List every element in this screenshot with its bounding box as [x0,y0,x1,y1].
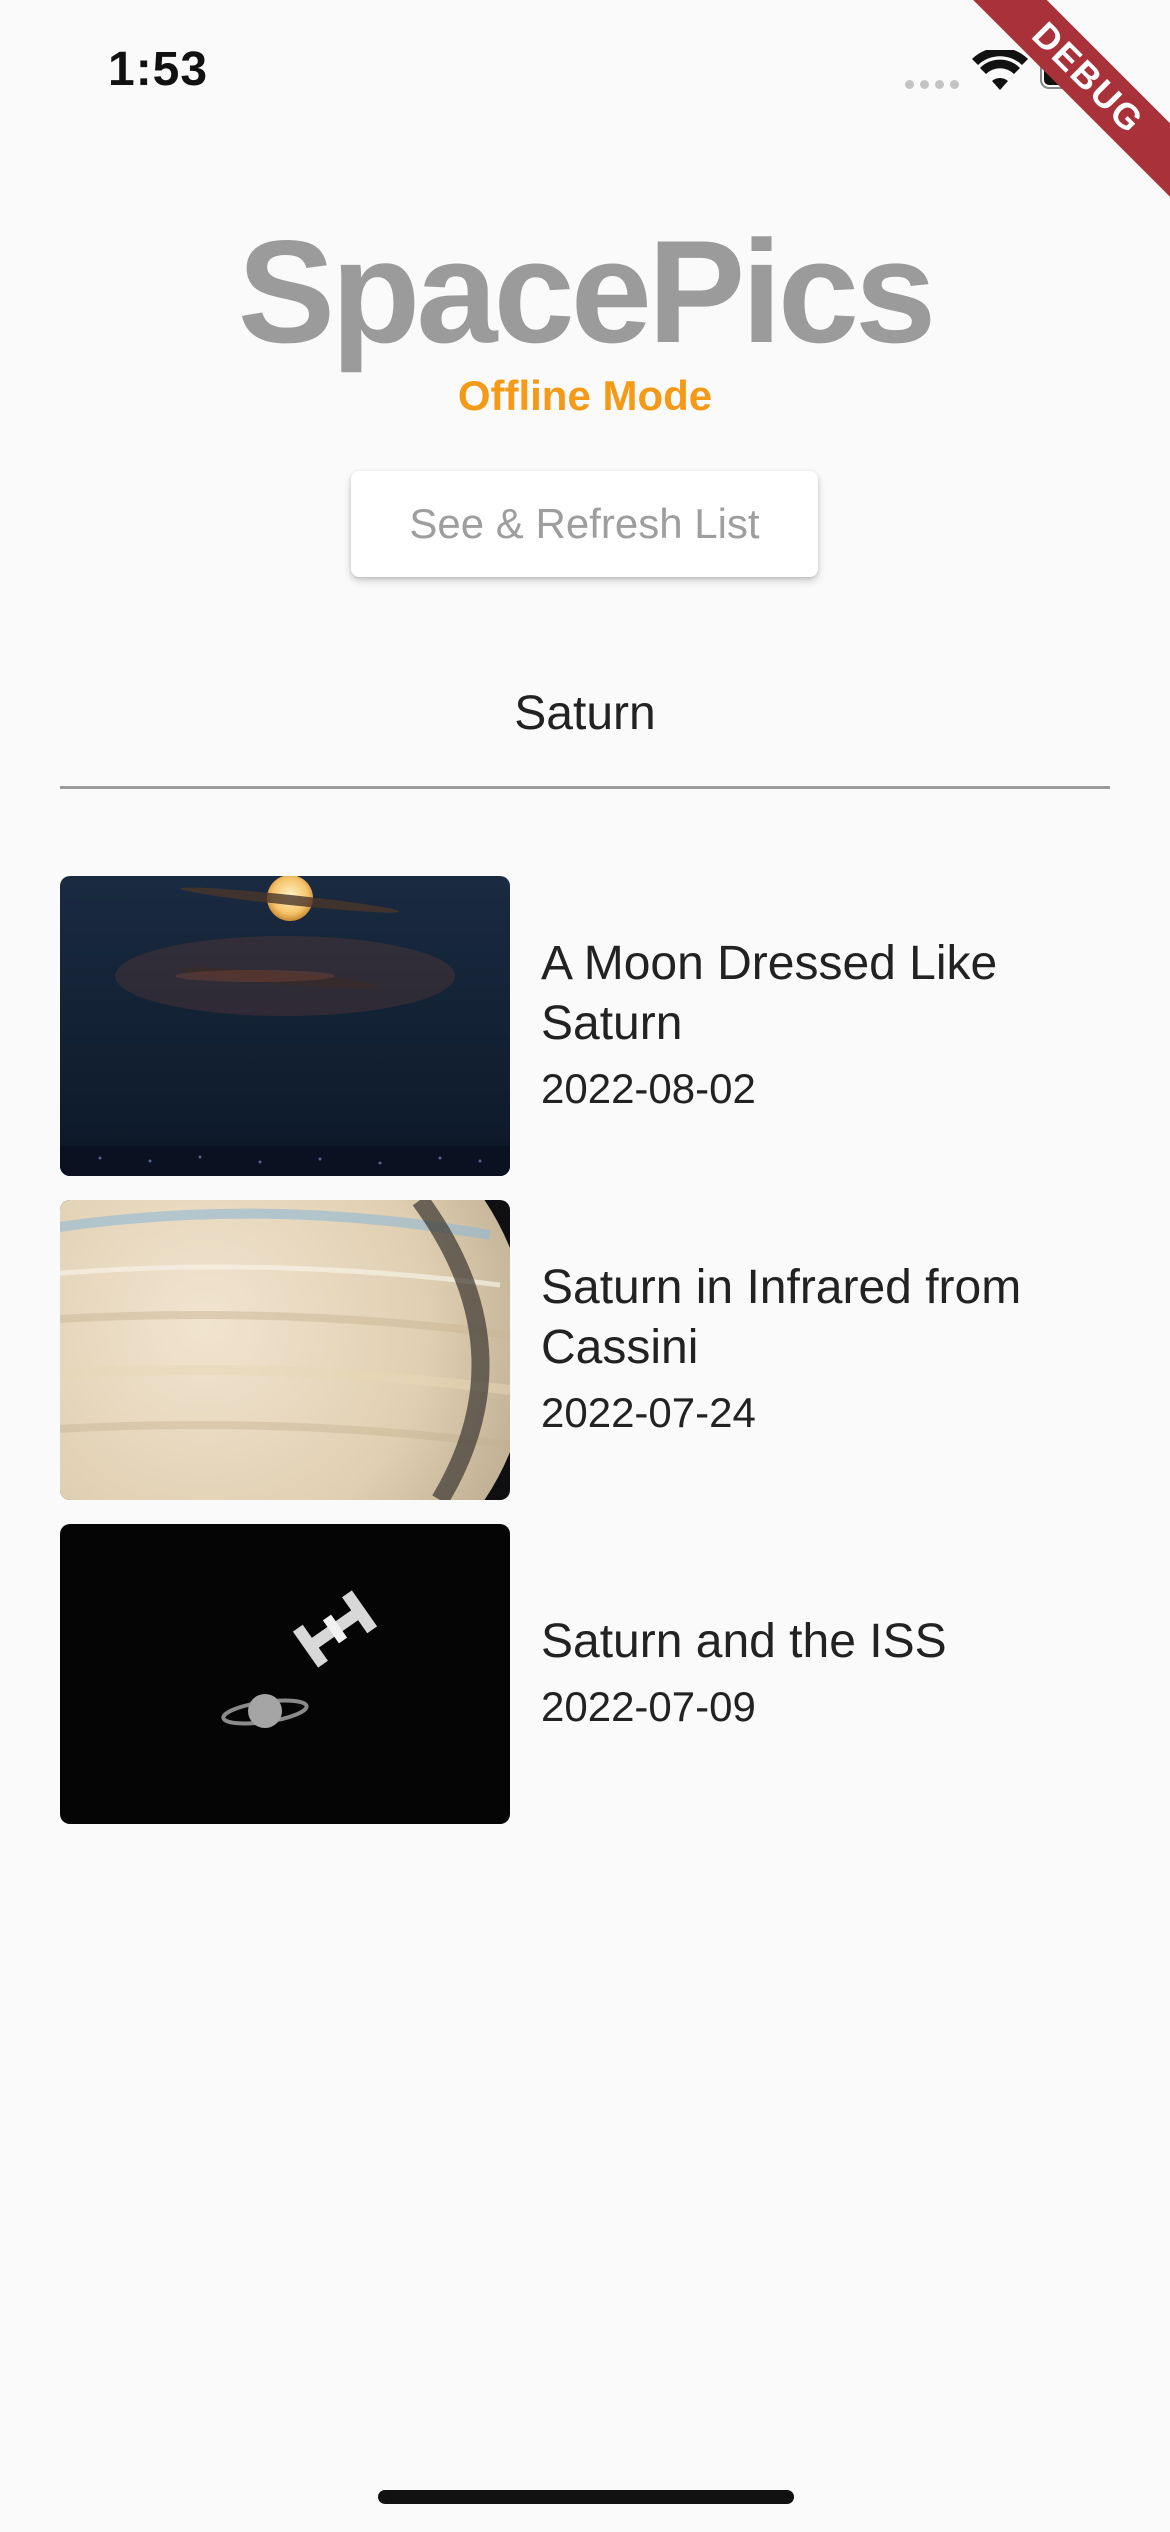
item-date: 2022-07-24 [541,1389,756,1436]
search-field[interactable]: Saturn [60,668,1110,789]
saturn-iss-thumbnail [60,1524,510,1824]
home-indicator[interactable] [378,2490,794,2504]
saturn-infrared-thumbnail [60,1200,510,1500]
list-item[interactable]: Saturn in Infrared from Cassini 2022-07-… [60,1200,1110,1500]
list-item[interactable]: Saturn and the ISS 2022-07-09 [60,1524,1110,1824]
app-title: SpacePics [237,210,937,373]
debug-banner: DEBUG [950,0,1170,220]
debug-banner-label: DEBUG [956,0,1170,210]
moon-saturn-thumbnail [60,876,510,1176]
item-date: 2022-08-02 [541,1065,756,1112]
item-title: Saturn and the ISS [541,1615,947,1668]
status-time: 1:53 [108,43,209,96]
see-refresh-list-button[interactable]: See & Refresh List [351,471,818,577]
item-title: A Moon Dressed Like Saturn [541,937,998,1050]
search-input-value[interactable]: Saturn [60,686,1110,741]
list-item[interactable]: A Moon Dressed Like Saturn 2022-08-02 [60,876,1110,1176]
item-date: 2022-07-09 [541,1683,756,1730]
offline-mode-label: Offline Mode [457,372,713,419]
results-list: A Moon Dressed Like Saturn 2022-08-02 Sa… [60,876,1110,1848]
item-title: Saturn in Infrared from Cassini [541,1261,1022,1374]
